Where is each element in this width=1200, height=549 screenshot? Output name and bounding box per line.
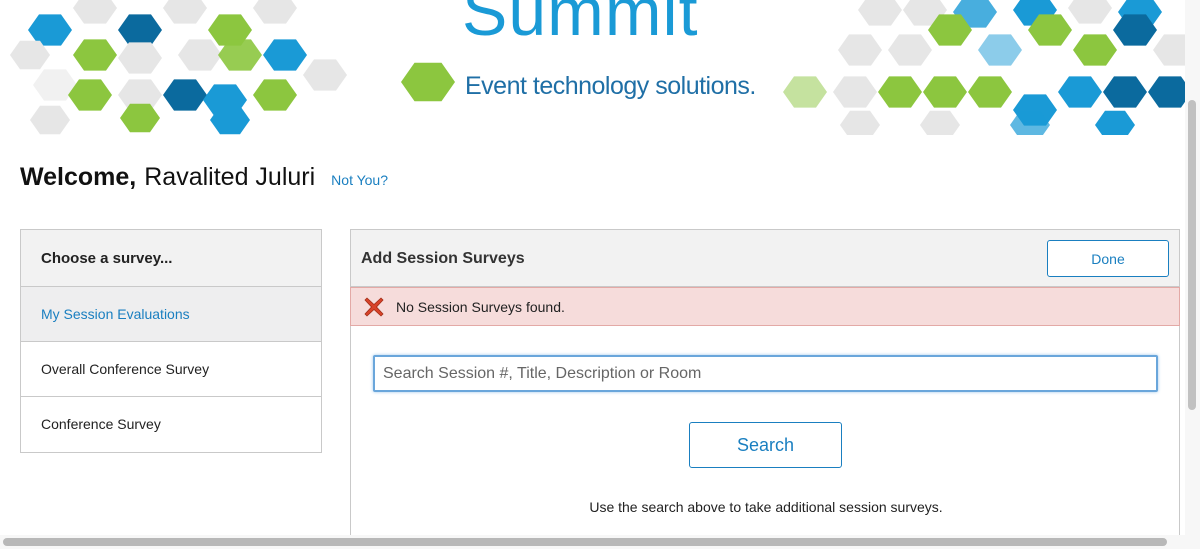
survey-chooser-heading: Choose a survey...	[21, 230, 321, 287]
hexagon-decoration	[1153, 34, 1185, 66]
hexagon-decoration	[783, 76, 827, 108]
search-button[interactable]: Search	[689, 422, 842, 468]
session-search-input[interactable]	[373, 355, 1158, 392]
event-banner: Summit Event technology solutions.	[0, 0, 1185, 135]
sidebar-item-my-session-evaluations[interactable]: My Session Evaluations	[21, 287, 321, 342]
hexagon-decoration	[263, 39, 307, 71]
hexagon-decoration	[878, 76, 922, 108]
hexagon-decoration	[833, 76, 877, 108]
hexagon-decoration	[858, 0, 902, 26]
hexagon-decoration	[118, 42, 162, 74]
brand-tagline: Event technology solutions.	[465, 72, 756, 100]
hexagon-decoration	[120, 103, 160, 133]
hexagon-decoration	[1148, 76, 1185, 108]
hexagon-decoration	[1068, 0, 1112, 24]
hexagon-decoration	[303, 59, 347, 91]
hexagon-decoration	[838, 34, 882, 66]
survey-chooser-panel: Choose a survey... My Session Evaluation…	[20, 229, 322, 453]
vertical-scrollbar-thumb[interactable]	[1188, 100, 1196, 410]
panel-title: Add Session Surveys	[361, 250, 525, 267]
hexagon-decoration	[178, 39, 222, 71]
welcome-greeting: Welcome,	[20, 163, 137, 191]
horizontal-scrollbar-thumb[interactable]	[3, 538, 1167, 546]
hexagon-decoration	[253, 79, 297, 111]
hexagon-decoration	[888, 34, 932, 66]
hexagon-decoration	[840, 110, 880, 135]
not-you-link[interactable]: Not You?	[331, 172, 388, 188]
hexagon-decoration	[253, 0, 297, 24]
vertical-scrollbar[interactable]	[1185, 0, 1200, 549]
hexagon-decoration	[1103, 76, 1147, 108]
sidebar-item-conference-survey[interactable]: Conference Survey	[21, 397, 321, 452]
hexagon-decoration	[1073, 34, 1117, 66]
hexagon-decoration	[73, 0, 117, 24]
hexagon-decoration	[163, 0, 207, 24]
panel-header: Add Session Surveys Done	[351, 230, 1179, 287]
hexagon-decoration	[978, 34, 1022, 66]
no-surveys-alert: No Session Surveys found.	[350, 287, 1180, 326]
hexagon-decoration	[73, 39, 117, 71]
hexagon-decoration	[30, 105, 70, 135]
alert-message: No Session Surveys found.	[396, 298, 565, 315]
hexagon-decoration	[1058, 76, 1102, 108]
done-button[interactable]: Done	[1047, 240, 1169, 277]
user-name: Ravalited Juluri	[144, 163, 316, 191]
brand-title: Summit	[462, 0, 699, 50]
hexagon-decoration	[923, 76, 967, 108]
hexagon-decoration	[1095, 110, 1135, 135]
hexagon-decoration	[968, 76, 1012, 108]
error-x-icon	[364, 296, 384, 317]
search-hint-text: Use the search above to take additional …	[589, 499, 943, 515]
hexagon-decoration	[118, 14, 162, 46]
hexagon-decoration	[163, 79, 207, 111]
add-session-surveys-panel: Add Session Surveys Done No Session Surv…	[350, 229, 1180, 549]
welcome-line: Welcome, Ravalited Juluri Not You?	[20, 163, 388, 192]
horizontal-scrollbar[interactable]	[0, 535, 1200, 549]
sidebar-item-overall-conference-survey[interactable]: Overall Conference Survey	[21, 342, 321, 397]
hexagon-decoration	[401, 62, 455, 102]
hexagon-decoration	[920, 110, 960, 135]
